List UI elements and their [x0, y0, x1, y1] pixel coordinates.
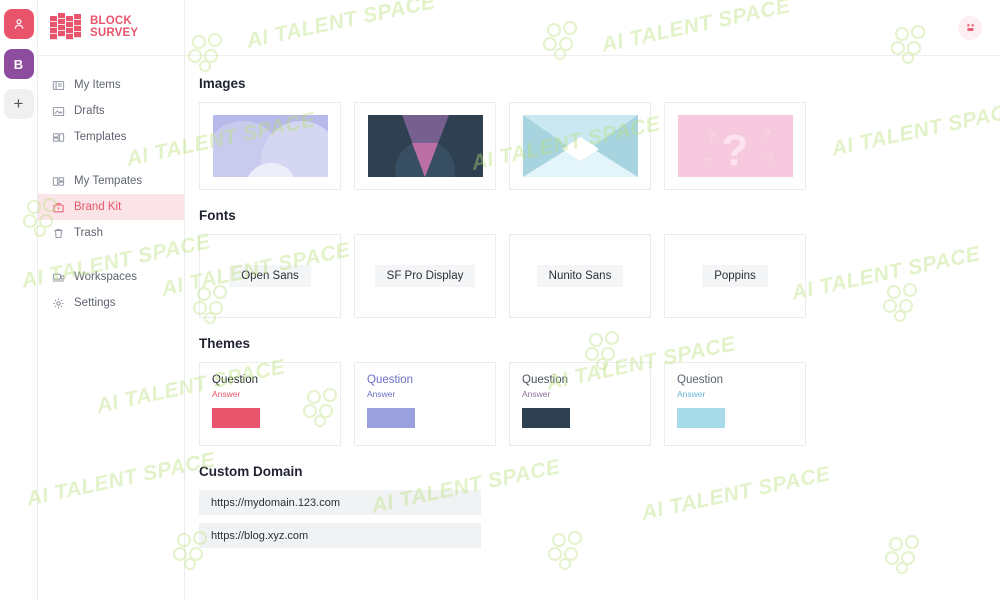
themes-title: Themes [199, 336, 251, 351]
sidebar-item-trash[interactable]: Trash [38, 220, 184, 246]
add-workspace-button[interactable]: + [3, 89, 34, 119]
sidebar-item-my-items[interactable]: My Items [38, 72, 184, 98]
images-title: Images [199, 76, 246, 91]
sidebar: BLOCK SURVEY My Items Drafts Templates M… [38, 0, 185, 600]
sidebar-nav: My Items Drafts Templates My Tempates Br… [38, 56, 184, 316]
fonts-row: Open Sans SF Pro Display Nunito Sans Pop… [199, 234, 1000, 318]
svg-text:?: ? [708, 129, 715, 144]
sidebar-divider-space [38, 150, 184, 168]
svg-text:?: ? [721, 126, 748, 175]
theme-color-swatch [522, 408, 570, 428]
account-avatar-button[interactable] [958, 15, 982, 40]
app-logo[interactable]: BLOCK SURVEY [38, 0, 184, 56]
layout-icon [51, 130, 65, 144]
sidebar-item-brand-kit[interactable]: Brand Kit [38, 194, 184, 220]
font-card-3[interactable]: Nunito Sans [509, 234, 651, 318]
list-card-icon [51, 78, 65, 92]
custom-domain-field-1[interactable]: https://mydomain.123.com [199, 490, 481, 515]
sidebar-divider-space-2 [38, 246, 184, 264]
person-icon [14, 19, 23, 29]
image-thumbnail: ? ? ? ? ? [677, 115, 793, 177]
sidebar-item-templates[interactable]: Templates [38, 124, 184, 150]
logo-line-2: SURVEY [90, 26, 139, 39]
theme-answer-label: Answer [367, 389, 396, 399]
custom-domain-section: Custom Domain https://mydomain.123.com h… [199, 464, 1000, 548]
main-area: Images ? ? ? ? ? Fonts Open Sans SF Pro … [185, 0, 1000, 600]
gear-icon [51, 296, 65, 310]
theme-answer-label: Answer [677, 389, 706, 399]
theme-question-label: Question [212, 374, 259, 386]
font-name: SF Pro Display [374, 265, 476, 287]
image-card-2[interactable] [354, 102, 496, 190]
images-row: ? ? ? ? ? [199, 102, 1000, 190]
theme-question-label: Question [367, 374, 414, 386]
image-thumbnail [367, 115, 483, 177]
font-card-4[interactable]: Poppins [664, 234, 806, 318]
sidebar-item-label: My Items [74, 79, 121, 91]
theme-card-4[interactable]: Question Answer [664, 362, 806, 446]
workspace-badge-b[interactable]: B [3, 49, 34, 79]
sidebar-item-label: Trash [74, 227, 103, 239]
themes-section: Themes Question Answer Question Answer Q… [199, 336, 1000, 446]
toolbox-icon [51, 200, 65, 214]
grid-icon [51, 174, 65, 188]
sidebar-item-label: Drafts [74, 105, 105, 117]
theme-card-3[interactable]: Question Answer [509, 362, 651, 446]
sidebar-item-label: Settings [74, 297, 116, 309]
logo-wordmark: BLOCK SURVEY [90, 15, 139, 39]
envelope-blue-graphic [522, 115, 638, 177]
logo-line-1: BLOCK [90, 15, 132, 27]
circles-light-graphic [212, 115, 328, 177]
custom-domain-field-2[interactable]: https://blog.xyz.com [199, 523, 481, 548]
font-name: Nunito Sans [536, 265, 624, 287]
brand-kit-content: Images ? ? ? ? ? Fonts Open Sans SF Pro … [185, 56, 1000, 600]
font-name: Poppins [702, 265, 768, 287]
left-rail: B + [0, 0, 38, 600]
theme-answer-label: Answer [212, 389, 241, 399]
sidebar-item-label: Templates [74, 131, 127, 143]
svg-text:?: ? [706, 157, 712, 168]
sidebar-item-workspaces[interactable]: Workspaces [38, 264, 184, 290]
theme-question-label: Question [522, 374, 569, 386]
image-card-1[interactable] [199, 102, 341, 190]
custom-domain-title: Custom Domain [199, 464, 303, 479]
fonts-title: Fonts [199, 208, 236, 223]
theme-question-label: Question [677, 374, 724, 386]
sidebar-item-label: My Tempates [74, 175, 143, 187]
trash-icon [51, 226, 65, 240]
triangle-purple-graphic [367, 115, 483, 177]
fonts-section: Fonts Open Sans SF Pro Display Nunito Sa… [199, 208, 1000, 318]
theme-card-1[interactable]: Question Answer [199, 362, 341, 446]
image-thumbnail [522, 115, 638, 177]
themes-row: Question Answer Question Answer Question… [199, 362, 1000, 446]
theme-color-swatch [677, 408, 725, 428]
theme-color-swatch [212, 408, 260, 428]
sidebar-item-my-tempates[interactable]: My Tempates [38, 168, 184, 194]
image-card-3[interactable] [509, 102, 651, 190]
blocksurvey-logo-icon [50, 12, 81, 39]
user-avatar-button[interactable] [3, 9, 34, 39]
face-avatar-icon [966, 24, 974, 31]
theme-color-swatch [367, 408, 415, 428]
sidebar-item-label: Brand Kit [74, 201, 122, 213]
theme-answer-label: Answer [522, 389, 551, 399]
workspace-icon [51, 270, 65, 284]
svg-text:?: ? [764, 128, 770, 140]
app-root: B + BLOCK SURVEY My Items Drafts Templat… [0, 0, 1000, 600]
sidebar-item-label: Workspaces [74, 271, 138, 283]
font-card-2[interactable]: SF Pro Display [354, 234, 496, 318]
image-card-4[interactable]: ? ? ? ? ? [664, 102, 806, 190]
top-bar [185, 0, 1000, 56]
font-name: Open Sans [229, 265, 311, 287]
draft-image-icon [51, 104, 65, 118]
question-pink-graphic: ? ? ? ? ? [677, 115, 793, 177]
image-thumbnail [212, 115, 328, 177]
svg-text:?: ? [766, 152, 773, 166]
font-card-1[interactable]: Open Sans [199, 234, 341, 318]
images-section: Images ? ? ? ? ? [199, 76, 1000, 190]
theme-card-2[interactable]: Question Answer [354, 362, 496, 446]
sidebar-item-drafts[interactable]: Drafts [38, 98, 184, 124]
sidebar-item-settings[interactable]: Settings [38, 290, 184, 316]
